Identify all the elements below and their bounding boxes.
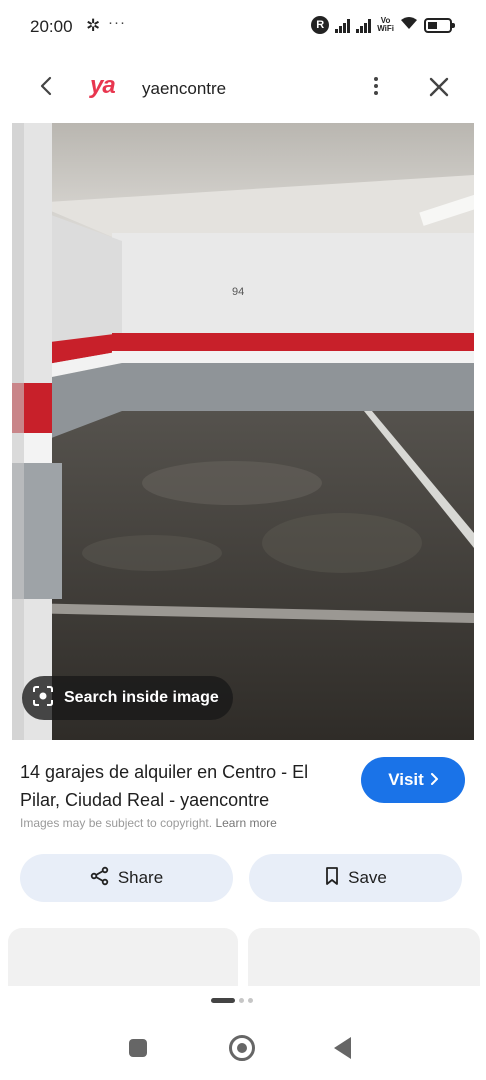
signal-icon-2 <box>356 17 372 33</box>
related-result-card[interactable] <box>248 928 480 986</box>
visit-button[interactable]: Visit <box>361 757 465 803</box>
share-button[interactable]: Share <box>20 854 233 902</box>
home-icon[interactable] <box>229 1035 255 1061</box>
related-result-card[interactable] <box>8 928 238 986</box>
system-nav-bar <box>0 1020 486 1080</box>
vowifi-label: Vo WiFi <box>377 16 394 33</box>
result-image[interactable]: 94 Search inside image <box>12 123 474 740</box>
site-logo[interactable]: ya <box>90 72 116 100</box>
lens-icon <box>32 685 54 712</box>
result-title[interactable]: 14 garajes de alquiler en Centro - El Pi… <box>20 758 350 814</box>
share-icon <box>90 866 110 891</box>
visit-label: Visit <box>388 770 424 789</box>
signal-icon <box>335 17 351 33</box>
more-vert-icon[interactable] <box>362 72 390 100</box>
wall-number: 94 <box>232 286 244 298</box>
page-dot <box>239 998 244 1003</box>
save-label: Save <box>348 868 387 887</box>
garage-photo: 94 <box>12 123 474 740</box>
page-header: ya yaencontre <box>0 60 486 116</box>
wifi-icon <box>400 15 418 35</box>
settings-gear-icon: ✲ <box>86 16 101 35</box>
copyright-text: Images may be subject to copyright. <box>20 816 213 830</box>
learn-more-link[interactable]: Learn more <box>215 816 276 830</box>
copyright-notice: Images may be subject to copyright. Lear… <box>20 816 277 830</box>
status-time: 20:00 <box>30 17 73 36</box>
page-dot <box>248 998 253 1003</box>
save-button[interactable]: Save <box>249 854 462 902</box>
more-notifications-icon: ··· <box>108 14 126 31</box>
status-badge: R <box>311 16 330 34</box>
page-dot-active <box>211 998 235 1003</box>
page-indicator <box>211 998 253 1003</box>
recents-icon[interactable] <box>129 1039 147 1057</box>
search-inside-image-label: Search inside image <box>64 689 219 706</box>
bookmark-icon <box>324 866 340 891</box>
nav-back-icon[interactable] <box>334 1037 351 1059</box>
site-name[interactable]: yaencontre <box>142 79 226 99</box>
chevron-right-icon <box>430 770 439 790</box>
status-icons: R Vo WiFi <box>311 15 455 35</box>
close-icon[interactable] <box>426 74 452 100</box>
battery-icon <box>424 17 455 33</box>
search-inside-image-button[interactable]: Search inside image <box>22 676 233 720</box>
back-icon[interactable] <box>32 72 60 100</box>
share-label: Share <box>117 868 164 887</box>
status-bar: 20:00 ✲ ··· R Vo WiFi <box>0 0 486 56</box>
